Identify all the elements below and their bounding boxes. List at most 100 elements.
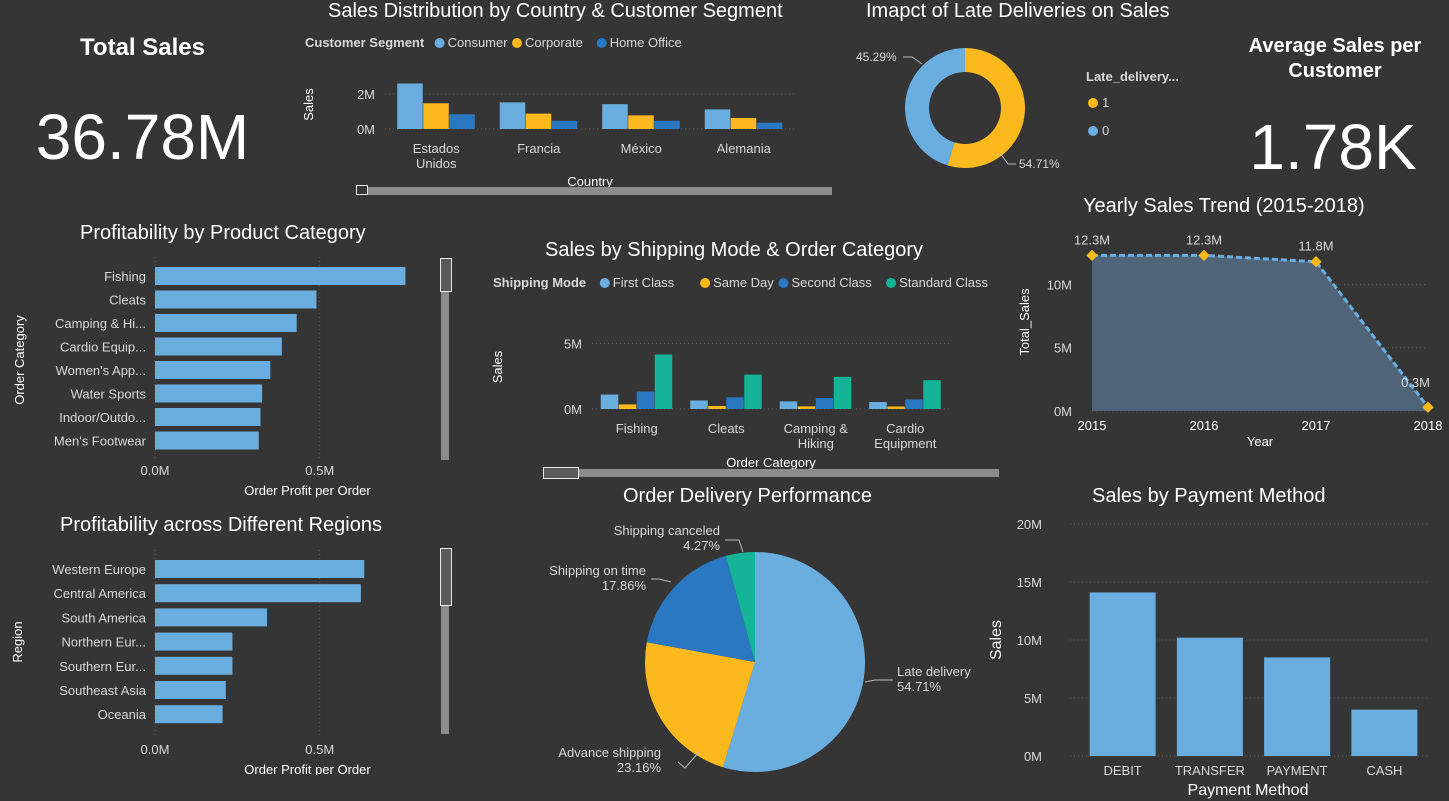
legend-item-2: Second Class [792,275,873,290]
slice-name-label: Shipping canceled [614,523,720,538]
bar [155,681,226,699]
y-tick-label: 5M [564,336,582,351]
bar-payment [1264,657,1331,756]
legend-marker-2 [596,38,607,48]
payment-chart: 0M 5M 10M 15M 20M DEBIT TRANSFER PAYMENT CASH Pay… [988,517,1427,799]
bar [155,267,406,285]
slice-name-label: Advance shipping [558,745,661,760]
legend-marker-1 [700,278,711,288]
avg-sales-title: Average Sales per Customer [1248,35,1422,82]
x-tick-label: 0.0M [141,463,170,478]
x-tick-label: Equipment [874,436,937,451]
x-tick-label: 2015 [1078,418,1107,433]
x-tick-label: Estados [413,141,460,156]
legend-item-0: First Class [613,275,675,290]
y-tick-label: 15M [1017,575,1042,590]
country-chart-scrollbar[interactable] [356,187,832,195]
x-tick-label: Camping & [784,421,849,436]
leader-line-0 [903,56,923,65]
x-axis-title: Order Profit per Order [244,762,371,775]
bar-corporate [525,113,552,129]
bar-standard-class [654,354,673,409]
y-tick-label: Oceania [98,707,147,722]
legend-item-0: 0 [1102,123,1109,138]
x-tick-label: 2017 [1302,418,1331,433]
data-label-0: 45.29% [856,50,897,64]
x-tick-label: 2018 [1414,418,1443,433]
legend-title: Late_delivery... [1086,69,1179,84]
bar-second-class [905,399,923,409]
x-tick-label: Cleats [708,421,745,436]
slice-name-label: Shipping on time [549,563,646,578]
slice-value-label: 23.16% [617,760,662,775]
x-tick-label: Fishing [616,421,658,436]
leader-line [651,578,672,583]
shipping-mode-chart: Shipping Mode First Class Same Day Second C… [490,275,988,470]
bar [155,656,233,675]
x-tick-label: Francia [517,141,561,156]
shipping-mode-title: Sales by Shipping Mode & Order Category [545,239,923,261]
shipping-chart-scrollbar[interactable] [543,469,999,477]
y-axis-title: Sales [301,88,316,121]
x-tick-label: DEBIT [1103,763,1141,778]
bar [155,314,297,332]
x-tick-label: 0.0M [141,742,170,757]
legend-marker-0 [1088,126,1098,136]
y-tick-label: Northern Eur... [61,635,146,650]
bar-same-day [618,404,637,409]
trend-area [1092,255,1428,411]
bar-first-class [600,394,619,409]
bar-standard-class [744,374,762,409]
category-chart-scroll-thumb[interactable] [440,258,452,292]
bar [155,560,365,578]
slice-value-label: 17.86% [602,578,647,593]
y-tick-label: Central America [54,586,147,601]
slice-value-label: 4.27% [683,538,720,553]
y-tick-label: Fishing [104,269,146,284]
x-axis-title: Year [1247,434,1274,449]
data-label: 12.3M [1074,232,1110,247]
legend-title: Customer Segment [305,35,425,50]
y-tick-label: 10M [1047,277,1072,292]
bar-consumer [397,83,423,129]
avg-sales-value: 1.78K [1249,111,1417,183]
region-chart-scroll-thumb[interactable] [440,548,452,606]
payment-title: Sales by Payment Method [1092,485,1326,507]
bar-transfer [1176,637,1243,756]
x-axis-title: Payment Method [1188,782,1309,799]
legend-item-1: Corporate [525,35,583,50]
y-axis-title: Sales [490,350,505,383]
shipping-chart-scroll-thumb[interactable] [543,467,579,479]
bar [155,408,261,426]
y-axis-title: Region [10,621,25,662]
y-axis-title: Sales [988,620,1005,660]
bar-first-class [690,400,708,409]
x-tick-label: Unidos [416,156,457,171]
y-tick-label: 0M [564,402,582,417]
y-tick-label: 2M [357,87,375,102]
y-tick-label: Water Sports [71,387,147,402]
y-tick-label: Men's Footwear [54,434,147,449]
y-tick-label: Southern Eur... [59,659,146,674]
x-tick-label: México [621,141,662,156]
bar [155,361,271,379]
delivery-perf-title: Order Delivery Performance [623,485,872,507]
data-label: 12.3M [1186,232,1222,247]
bar-home-office [551,120,578,129]
data-label-1: 54.71% [1019,157,1060,171]
category-profit-title: Profitability by Product Category [80,222,366,244]
country-chart-scroll-thumb[interactable] [356,185,368,195]
total-sales-value: 36.78M [35,101,250,173]
bar [155,632,233,651]
bar [155,337,282,356]
bar [155,705,223,724]
bar [155,608,268,627]
late-delivery-chart: 45.29% 54.71% Late_delivery... 1 0 [856,48,1179,171]
bar-home-office [449,114,475,129]
bar [155,584,361,603]
bar-cash [1351,709,1418,756]
y-tick-label: Southeast Asia [59,683,146,698]
bar-home-office [654,120,680,129]
bar-consumer [602,104,628,129]
slice-value-label: 54.71% [897,679,942,694]
